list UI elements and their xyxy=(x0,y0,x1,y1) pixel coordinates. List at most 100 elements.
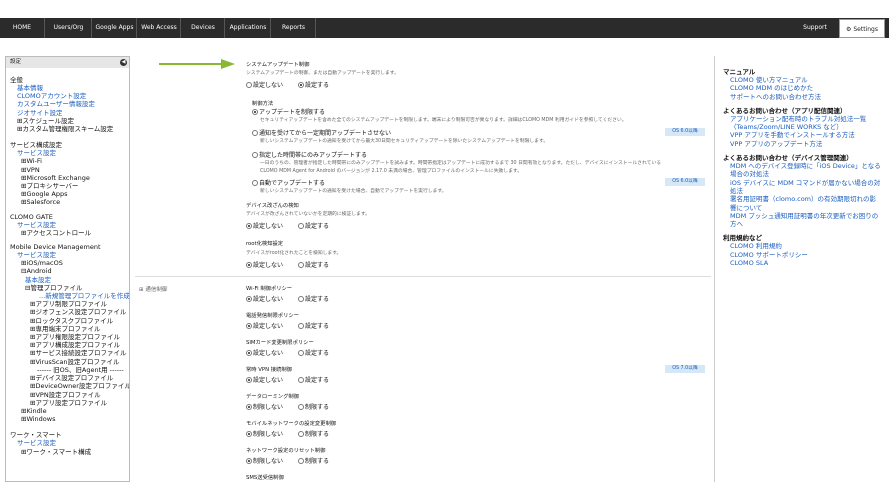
sysupdate-desc: システムアップデートの制御、または自動アップデートを実行します。 xyxy=(246,71,399,76)
tamper-off[interactable]: 設定しない xyxy=(246,221,283,230)
policy-option-b[interactable]: 制限する xyxy=(298,429,329,438)
sidebar-item[interactable]: ⊞Wi-Fi xyxy=(6,157,129,165)
root-off[interactable]: 設定しない xyxy=(246,260,283,269)
sidebar-item[interactable]: ⊞VirusScan設定プロファイル xyxy=(6,358,129,366)
help-link[interactable]: CLOMO 利用規約 xyxy=(723,242,888,250)
sidebar-item[interactable]: ⊞アプリ設定プロファイル xyxy=(6,399,129,407)
help-link[interactable]: MDM プッシュ通知用証明書の年次更新でお困りの xyxy=(723,212,888,220)
radio-icon xyxy=(298,323,304,329)
tab-reports[interactable]: Reports xyxy=(272,18,316,38)
sidebar-item[interactable]: 基本情報 xyxy=(6,84,129,92)
policy-option-a[interactable]: 制限しない xyxy=(246,456,283,465)
sidebar-item[interactable]: ⊟Android xyxy=(6,267,129,275)
policy-option-b[interactable]: 制限する xyxy=(298,456,329,465)
sidebar-item[interactable]: ⊞Salesforce xyxy=(6,198,129,206)
sidebar-header: 設定 ◀ xyxy=(6,57,129,68)
help-link[interactable]: 署名用証明書（clomo.com）の有効期限切れの影 xyxy=(723,195,888,203)
sidebar-item[interactable]: ⊞ワーク・スマート構成 xyxy=(6,448,129,456)
method-option[interactable]: 自動でアップデートする xyxy=(252,178,325,187)
section-divider xyxy=(135,276,711,277)
method-option[interactable]: 指定した時間帯にのみアップデートする xyxy=(252,150,367,159)
sidebar-item[interactable]: ⊞VPN設定プロファイル xyxy=(6,391,129,399)
tab-devices[interactable]: Devices xyxy=(182,18,225,38)
policy-option-b[interactable]: 設定する xyxy=(298,375,329,384)
help-link[interactable]: VPP アプリを手動でインストールする方法 xyxy=(723,131,888,139)
sidebar-item[interactable]: サービス設定 xyxy=(6,221,129,229)
help-link[interactable]: iOS デバイスに MDM コマンドが届かない場合の対 xyxy=(723,179,888,187)
settings-tab[interactable]: ⚙ Settings xyxy=(839,19,885,38)
sidebar-item[interactable]: ------ 旧OS、旧Agent用 ------ xyxy=(6,366,129,374)
sidebar-item[interactable]: ⊞Microsoft Exchange xyxy=(6,174,129,182)
sidebar-item[interactable]: ⊞Google Apps xyxy=(6,190,129,198)
help-link[interactable]: サポートへのお問い合わせ方法 xyxy=(723,93,888,101)
sidebar-item[interactable]: ⊞サービス接続設定プロファイル xyxy=(6,349,129,357)
policy-option-a-label: 設定しない xyxy=(253,296,284,303)
help-link[interactable]: 場合の対処法 xyxy=(723,170,888,178)
sidebar-item[interactable]: サービス設定 xyxy=(6,149,129,157)
policy-option-b-label: 制限する xyxy=(305,431,330,438)
tab-web-access[interactable]: Web Access xyxy=(138,18,181,38)
section-comm-control[interactable]: ⊞ 通信制御 xyxy=(139,285,167,293)
sidebar-item[interactable]: ⊞Windows xyxy=(6,415,129,423)
sidebar-item[interactable]: ⊞ジオフェンス設定プロファイル xyxy=(6,308,129,316)
policy-title: 電話発信制限ポリシー xyxy=(246,313,299,319)
sidebar-item[interactable]: ⊞専用端末プロファイル xyxy=(6,325,129,333)
help-link[interactable]: 響について xyxy=(723,204,888,212)
os-version-badge: OS 6.0以降 xyxy=(665,128,705,136)
policy-option-a-label: 設定しない xyxy=(253,350,284,357)
sidebar-item[interactable]: ⊞プロキシサーバー xyxy=(6,182,129,190)
help-link[interactable]: CLOMO サポートポリシー xyxy=(723,251,888,259)
sidebar-item[interactable]: 基本設定 xyxy=(6,276,129,284)
policy-option-a[interactable]: 制限しない xyxy=(246,402,283,411)
radio-icon xyxy=(298,431,304,437)
help-link[interactable]: VPP アプリのアップデート方法 xyxy=(723,140,888,148)
policy-option-a[interactable]: 設定しない xyxy=(246,348,283,357)
tab-users-org[interactable]: Users/Org xyxy=(46,18,92,38)
sidebar-item[interactable]: ⊞VPN xyxy=(6,166,129,174)
policy-option-a[interactable]: 設定しない xyxy=(246,294,283,303)
tab-google-apps[interactable]: Google Apps xyxy=(93,18,137,38)
arrow-icon xyxy=(159,59,235,69)
sidebar-item[interactable]: ⊞スケジュール設定 xyxy=(6,117,129,125)
sidebar-item[interactable]: カスタムユーザー情報設定 xyxy=(6,100,129,108)
sidebar-item[interactable]: ⊞iOS/macOS xyxy=(6,259,129,267)
help-link[interactable]: 方へ xyxy=(723,220,888,228)
sidebar-item[interactable]: ⊞アクセスコントロール xyxy=(6,229,129,237)
sidebar-item[interactable]: サービス設定 xyxy=(6,251,129,259)
method-option-label: アップデートを制限する xyxy=(259,109,326,116)
sysupdate-off[interactable]: 設定しない xyxy=(246,80,283,89)
radio-icon xyxy=(246,296,252,302)
policy-option-b[interactable]: 設定する xyxy=(298,321,329,330)
os-version-badge: OS 6.0以降 xyxy=(665,178,705,186)
sidebar-item[interactable]: ジオサイト設定 xyxy=(6,109,129,117)
sidebar-item[interactable]: サービス設定 xyxy=(6,439,129,447)
help-link[interactable]: CLOMO 使い方マニュアル xyxy=(723,76,888,84)
tab-home[interactable]: HOME xyxy=(0,18,45,38)
sidebar-item[interactable]: ⊞カスタム管理権限スキーム設定 xyxy=(6,125,129,133)
sysupdate-on[interactable]: 設定する xyxy=(298,80,329,89)
sidebar-item[interactable]: ⊞ロックタスクプロファイル xyxy=(6,317,129,325)
radio-icon xyxy=(252,109,258,115)
help-link[interactable]: CLOMO MDM のはじめかた xyxy=(723,84,888,92)
policy-option-a[interactable]: 設定しない xyxy=(246,321,283,330)
collapse-icon[interactable]: ◀ xyxy=(120,59,127,66)
policy-option-b[interactable]: 設定する xyxy=(298,294,329,303)
help-link[interactable]: アプリケーション配布時のトラブル対処法一覧 xyxy=(723,115,888,123)
policy-option-a[interactable]: 制限しない xyxy=(246,429,283,438)
root-on[interactable]: 設定する xyxy=(298,260,329,269)
support-link[interactable]: Support xyxy=(792,18,838,38)
method-option[interactable]: アップデートを制限する xyxy=(252,107,325,116)
help-link[interactable]: CLOMO SLA xyxy=(723,259,888,267)
policy-option-b-label: 設定する xyxy=(305,323,330,330)
method-option[interactable]: 通知を受けてから一定期間アップデートさせない xyxy=(252,128,391,137)
policy-option-b[interactable]: 制限する xyxy=(298,402,329,411)
method-option-desc: セキュリティアップデートを含めた全てのシステムアップデートを制限します。端末によ… xyxy=(260,118,627,123)
sidebar-item[interactable]: ⊞DeviceOwner設定プロファイル xyxy=(6,382,129,390)
tamper-on[interactable]: 設定する xyxy=(298,221,329,230)
policy-option-a[interactable]: 設定しない xyxy=(246,375,283,384)
policy-option-b[interactable]: 設定する xyxy=(298,348,329,357)
sidebar-item[interactable]: ⊞Kindle xyxy=(6,407,129,415)
tab-applications[interactable]: Applications xyxy=(226,18,271,38)
help-section-title: よくあるお問い合わせ（アプリ配信関連） xyxy=(723,106,847,115)
sidebar-item[interactable]: ⊟管理プロファイル xyxy=(6,284,129,292)
